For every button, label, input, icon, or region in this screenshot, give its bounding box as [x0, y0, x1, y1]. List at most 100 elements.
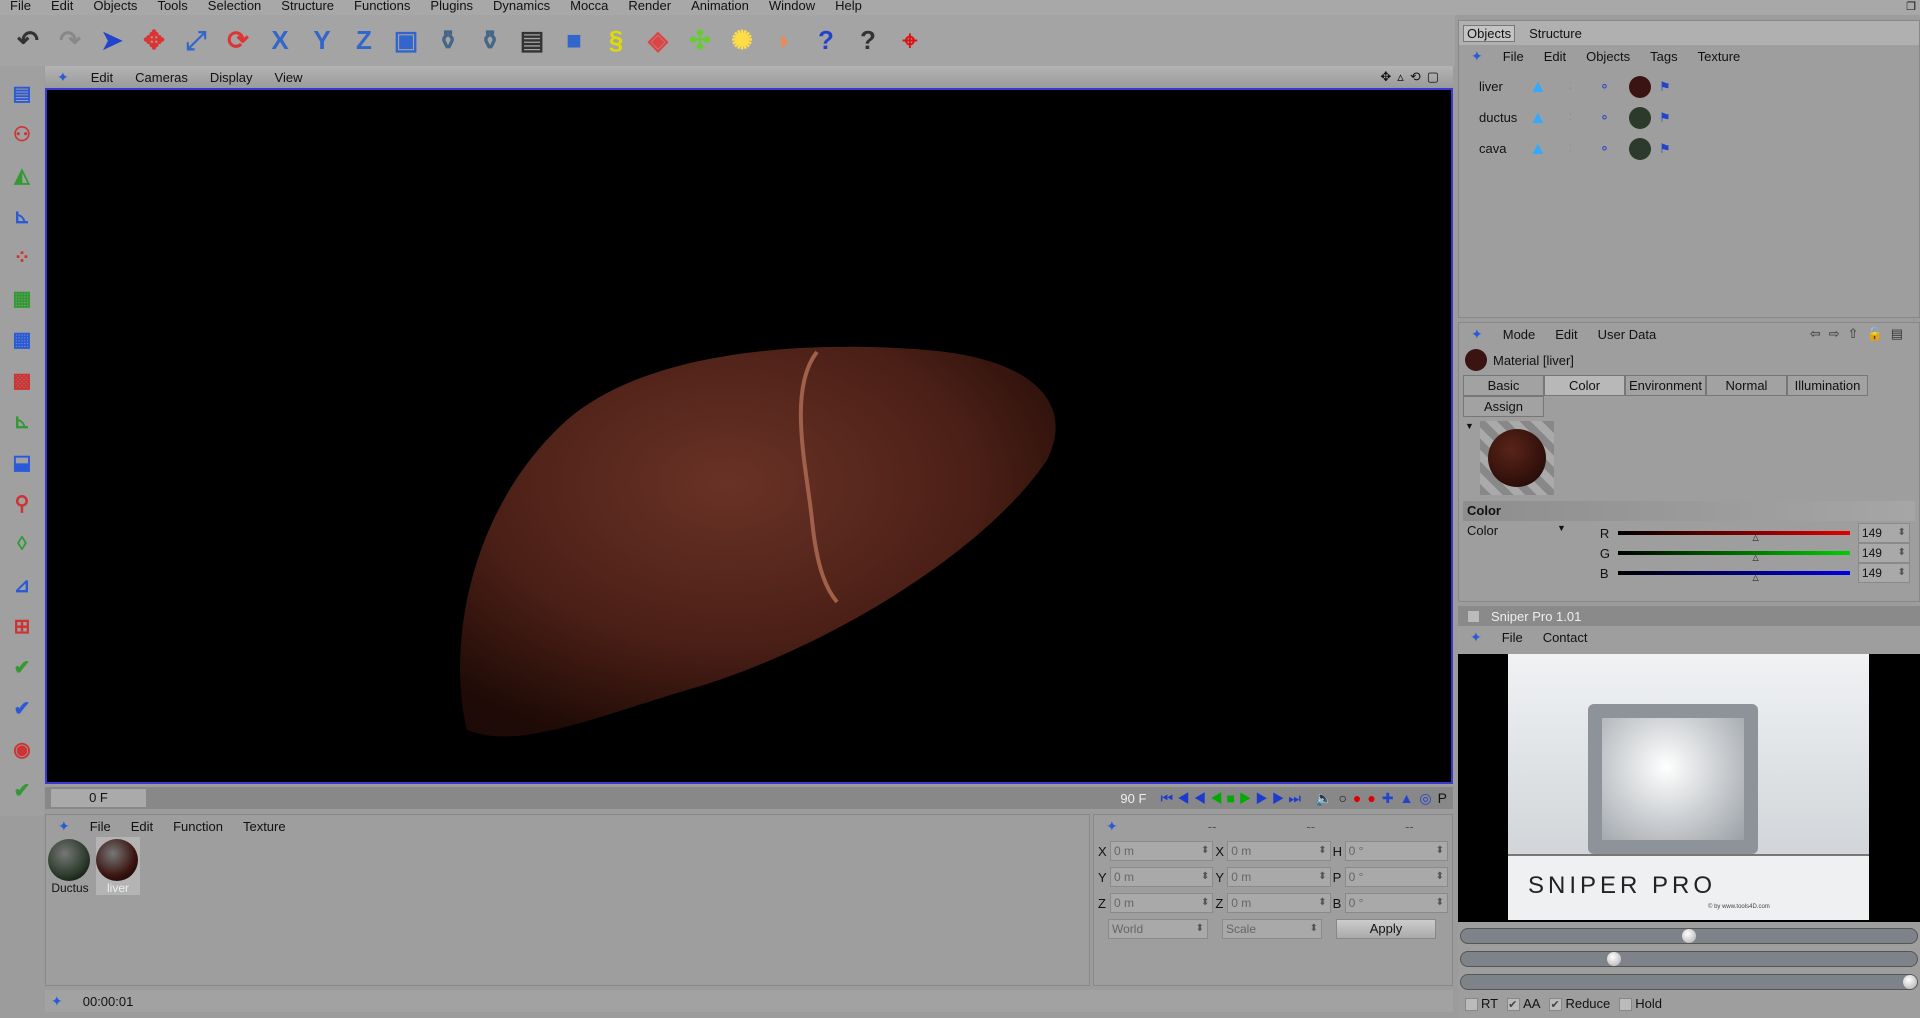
render-view-icon[interactable]: ⚱	[430, 23, 466, 59]
camera-icon[interactable]: ◗	[766, 23, 802, 59]
mat-menu-function[interactable]: Function	[173, 819, 223, 834]
pin-icon[interactable]: ✦	[1471, 48, 1483, 65]
viewport-menu-display[interactable]: Display	[210, 70, 253, 85]
pin-icon[interactable]: ✦	[57, 69, 69, 86]
viewport-menu-edit[interactable]: Edit	[91, 70, 113, 85]
sniper-slider[interactable]	[1460, 974, 1918, 990]
uvw-tag-icon[interactable]: ⚑	[1659, 110, 1671, 126]
viewport-nav-icons[interactable]: ✥▵⟲▢	[1380, 69, 1445, 85]
channel-value[interactable]: 149	[1857, 563, 1910, 583]
checkbox[interactable]	[1465, 998, 1478, 1012]
object-name[interactable]: ductus	[1479, 110, 1529, 125]
attr-menu-user-data[interactable]: User Data	[1598, 327, 1657, 342]
visibility-dots[interactable]: ⁚	[1569, 112, 1599, 123]
slider-knob[interactable]	[1606, 952, 1621, 966]
redo-icon[interactable]: ↷	[52, 23, 88, 59]
menu-structure[interactable]: Structure	[271, 0, 344, 15]
texture-tag-icon[interactable]: ⚬	[1599, 141, 1629, 157]
coord-field[interactable]: 0 °	[1344, 867, 1448, 887]
render-settings-icon[interactable]: ▤	[514, 23, 550, 59]
move-icon[interactable]: ✥	[136, 23, 172, 59]
object-name[interactable]: cava	[1479, 141, 1529, 156]
menu-dynamics[interactable]: Dynamics	[483, 0, 560, 15]
viewport-menu-view[interactable]: View	[275, 70, 303, 85]
obj-menu-file[interactable]: File	[1503, 49, 1524, 64]
material-tag-icon[interactable]	[1629, 75, 1651, 98]
bone-icon[interactable]: ◊	[5, 527, 39, 561]
menu-help[interactable]: Help	[825, 0, 872, 15]
object-axis-icon[interactable]: ◭	[5, 158, 39, 192]
obj-menu-texture[interactable]: Texture	[1698, 49, 1741, 64]
restore-window-icon[interactable]: ❐	[1906, 0, 1916, 13]
animation-icon[interactable]: ⬓	[5, 445, 39, 479]
obj-menu-objects[interactable]: Objects	[1586, 49, 1630, 64]
rotate-icon[interactable]: ⟳	[220, 23, 256, 59]
light-icon[interactable]: ✺	[724, 23, 760, 59]
coord-field[interactable]: 0 m	[1109, 841, 1214, 861]
pin-icon[interactable]: ✦	[1471, 326, 1483, 343]
attr-tab-assign[interactable]: Assign	[1463, 396, 1544, 417]
menu-edit[interactable]: Edit	[41, 0, 83, 15]
panel-checkbox[interactable]	[1467, 609, 1480, 623]
sniper-slider[interactable]	[1460, 928, 1918, 944]
channel-slider[interactable]: △	[1617, 531, 1850, 542]
channel-value[interactable]: 149	[1857, 523, 1910, 543]
sniper-preview[interactable]: SNIPER PRO © by www.tools4D.com	[1458, 654, 1920, 922]
menu-tools[interactable]: Tools	[147, 0, 197, 15]
spline-helix-icon[interactable]: §	[598, 23, 634, 59]
menu-animation[interactable]: Animation	[681, 0, 759, 15]
attr-tab-color[interactable]: Color	[1544, 375, 1625, 396]
texture-icon[interactable]: ▩	[5, 363, 39, 397]
layout-icon[interactable]: ▤	[5, 76, 39, 110]
sculpt-icon[interactable]: ◉	[5, 732, 39, 766]
material-tag-icon[interactable]	[1629, 106, 1651, 129]
select-arrow-icon[interactable]: ➤	[94, 23, 130, 59]
array-icon[interactable]: ✣	[682, 23, 718, 59]
z-axis-lock-icon[interactable]: Z	[346, 23, 382, 59]
attr-tab-normal[interactable]: Normal	[1706, 375, 1787, 396]
menu-selection[interactable]: Selection	[198, 0, 271, 15]
3d-viewport[interactable]	[45, 88, 1453, 784]
world-coordinates-icon[interactable]: ▣	[388, 23, 424, 59]
scale-icon[interactable]: ⤢	[178, 23, 214, 59]
menu-render[interactable]: Render	[618, 0, 681, 15]
record-keyframe-icons[interactable]: 🔈○●●✚▲◎P	[1315, 790, 1453, 807]
dropdown-arrow-icon[interactable]: ▼	[1557, 523, 1566, 583]
visibility-dots[interactable]: ⁚	[1569, 143, 1599, 154]
polygons-icon[interactable]: ▦	[5, 322, 39, 356]
coord-field[interactable]: 0 m	[1227, 893, 1331, 913]
obj-menu-edit[interactable]: Edit	[1544, 49, 1566, 64]
slider-handle[interactable]: △	[1752, 553, 1758, 562]
object-row-ductus[interactable]: ductus ▲ ⁚ ⚬ ⚑	[1459, 102, 1919, 133]
pin-icon[interactable]: ✦	[1470, 629, 1482, 646]
texture-tag-icon[interactable]: ⚬	[1599, 79, 1629, 95]
menu-functions[interactable]: Functions	[344, 0, 420, 15]
model-mode-icon[interactable]: ⚇	[5, 117, 39, 151]
spline-tool-icon[interactable]: ⊿	[5, 568, 39, 602]
sniper-menu-file[interactable]: File	[1502, 630, 1523, 645]
obj-menu-tags[interactable]: Tags	[1650, 49, 1677, 64]
weight-icon[interactable]: ⊞	[5, 609, 39, 643]
coord-space-select[interactable]: World	[1108, 919, 1208, 939]
menu-plugins[interactable]: Plugins	[420, 0, 483, 15]
brush-check-icon[interactable]: ✔	[5, 773, 39, 807]
coord-field[interactable]: 0 m	[1227, 867, 1331, 887]
slider-handle[interactable]: △	[1752, 573, 1758, 582]
slider-handle[interactable]: △	[1752, 533, 1758, 542]
attr-tab-illumination[interactable]: Illumination	[1787, 375, 1868, 396]
playback-controls[interactable]: ⏮◀◀◀■▶▶▶⏭	[1160, 790, 1305, 807]
coord-field[interactable]: 0 m	[1109, 867, 1214, 887]
material-item[interactable]: Ductus	[48, 837, 92, 895]
slider-knob[interactable]	[1682, 929, 1696, 943]
menu-file[interactable]: File	[0, 0, 41, 15]
sniper-menu-contact[interactable]: Contact	[1543, 630, 1588, 645]
coord-field[interactable]: 0 °	[1344, 841, 1448, 861]
option-reduce[interactable]: ✔ Reduce	[1546, 996, 1610, 1012]
object-row-liver[interactable]: liver ▲ ⁚ ⚬ ⚑	[1459, 71, 1919, 102]
apply-button[interactable]: Apply	[1336, 919, 1436, 939]
option-hold[interactable]: Hold	[1616, 996, 1662, 1012]
sniper-slider[interactable]	[1460, 951, 1918, 967]
help-manual-icon[interactable]: ?	[850, 23, 886, 59]
help-cursor-icon[interactable]: ?	[808, 23, 844, 59]
tab-objects[interactable]: Objects	[1463, 24, 1516, 42]
